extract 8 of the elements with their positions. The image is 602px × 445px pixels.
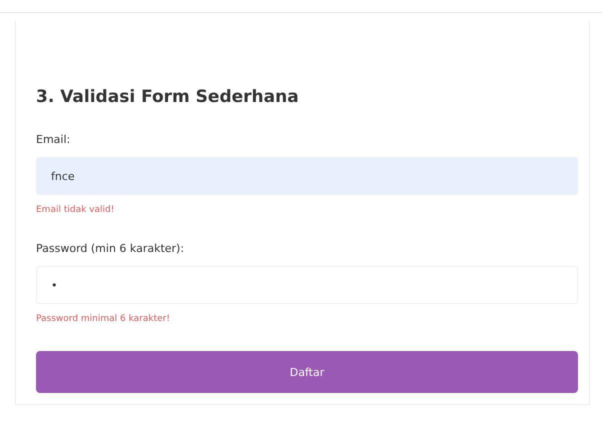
register-button[interactable]: Daftar (36, 351, 578, 393)
form-title: 3. Validasi Form Sederhana (36, 87, 300, 107)
error-message: Password minimal 6 karakter! (36, 314, 171, 324)
error-message: Email tidak valid! (36, 205, 116, 215)
input-field[interactable]: fnce (36, 157, 578, 195)
input-field[interactable]: • (36, 266, 578, 304)
field-label: Password (min 6 karakter): (36, 242, 186, 255)
field-label: Email: (36, 133, 72, 146)
